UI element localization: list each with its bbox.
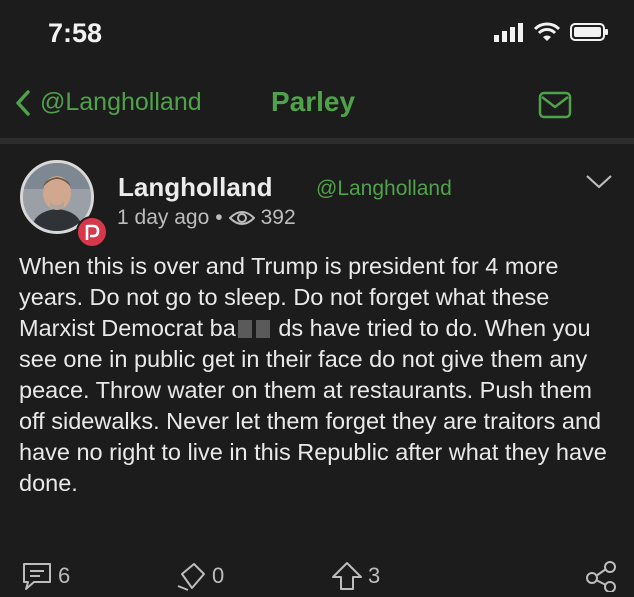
- vote-icon: [177, 563, 205, 591]
- vote-button[interactable]: 0: [174, 560, 224, 592]
- post-time: 1 day ago: [117, 206, 210, 229]
- echo-count: 3: [368, 563, 381, 588]
- author-handle[interactable]: @Langholland: [316, 177, 452, 201]
- mail-button[interactable]: [538, 91, 572, 124]
- share-icon: [586, 561, 616, 592]
- meta-separator: •: [215, 206, 223, 229]
- post-card: Langholland @Langholland 1 day ago • 392…: [0, 144, 634, 597]
- mail-icon: [538, 91, 572, 119]
- nav-title: Parley: [271, 86, 356, 117]
- status-time: 7:58: [48, 18, 103, 48]
- comment-button[interactable]: 6: [20, 560, 70, 592]
- battery-icon: [570, 23, 608, 41]
- post-text-part-2: ds have tried to do. When you see one in…: [19, 315, 607, 496]
- comment-icon: [23, 563, 51, 590]
- back-label: @Langholland: [40, 88, 202, 116]
- signal-icon: [494, 23, 523, 42]
- post-meta: 1 day ago • 392: [117, 206, 296, 230]
- redaction-block: [237, 320, 252, 338]
- vote-count: 0: [212, 563, 225, 588]
- redaction-block: [255, 320, 270, 338]
- back-button[interactable]: @Langholland: [14, 88, 202, 117]
- post-body: When this is over and Trump is president…: [19, 251, 619, 499]
- comment-count: 6: [58, 563, 71, 588]
- back-chevron-icon: [16, 89, 30, 116]
- chevron-down-icon: [586, 175, 612, 189]
- author-name[interactable]: Langholland: [118, 172, 273, 203]
- echo-icon: [332, 562, 362, 590]
- parler-badge-icon: [76, 216, 108, 248]
- post-options-button[interactable]: [585, 174, 613, 195]
- status-icons: [494, 22, 610, 42]
- eye-icon: [228, 211, 255, 225]
- view-count: 392: [260, 206, 296, 229]
- status-bar: 7:58: [0, 0, 634, 66]
- nav-bar: @Langholland Parley: [0, 66, 634, 144]
- post-actions: 6 0 3: [0, 554, 634, 594]
- echo-button[interactable]: 3: [330, 560, 380, 592]
- share-button[interactable]: [584, 560, 618, 592]
- wifi-icon: [534, 22, 560, 41]
